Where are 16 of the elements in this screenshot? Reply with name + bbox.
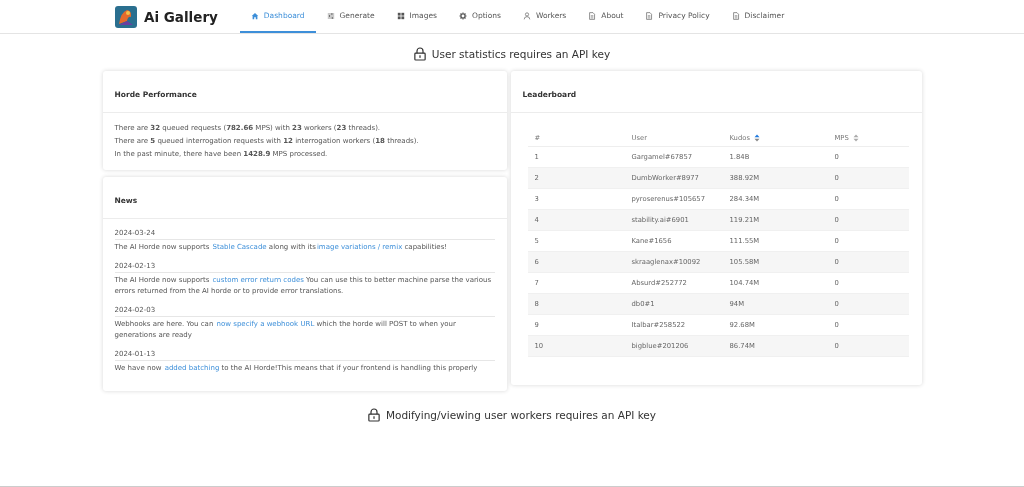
grid-icon <box>396 11 405 20</box>
gear-icon <box>459 11 467 20</box>
brand-name[interactable]: Ai Gallery <box>144 8 218 25</box>
person-icon <box>522 11 531 20</box>
sort-icon[interactable] <box>753 133 760 142</box>
document-icon <box>588 11 597 20</box>
logo-icon <box>115 5 137 28</box>
sort-icon[interactable] <box>852 133 859 142</box>
home-icon <box>250 11 259 20</box>
notice-text: User statistics requires an API key <box>431 48 611 60</box>
lock-icon <box>367 408 380 422</box>
sliders-icon <box>326 11 335 20</box>
notice-text: Modifying/viewing user workers requires an API key <box>385 409 657 421</box>
lock-icon <box>413 47 426 61</box>
document-icon <box>731 11 740 20</box>
document-icon <box>645 11 654 20</box>
